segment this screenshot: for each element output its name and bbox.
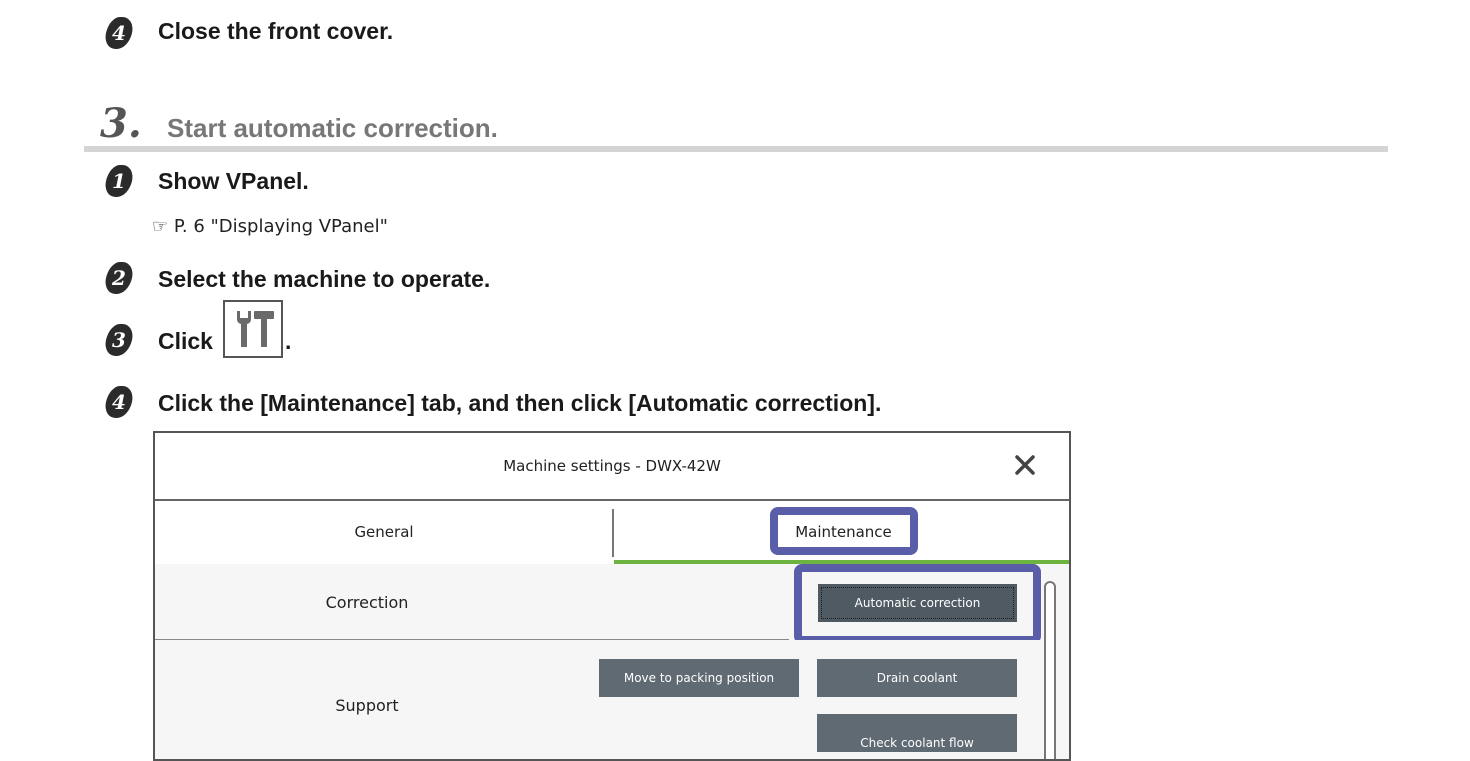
step-number-2: 2 bbox=[106, 262, 132, 294]
correction-label: Correction bbox=[325, 592, 409, 612]
step-number-3: 3 bbox=[106, 324, 132, 356]
move-to-packing-position-button[interactable]: Move to packing position bbox=[599, 659, 799, 697]
automatic-correction-button[interactable]: Automatic correction bbox=[818, 584, 1017, 622]
section-title: Start automatic correction. bbox=[167, 113, 498, 143]
support-label: Support bbox=[335, 695, 399, 715]
scrollbar[interactable] bbox=[1044, 581, 1056, 759]
step-text-select-machine: Select the machine to operate. bbox=[158, 266, 491, 292]
settings-tools-icon[interactable] bbox=[223, 300, 283, 358]
step-text-show-vpanel: Show VPanel. bbox=[158, 168, 309, 194]
tab-general-label: General bbox=[354, 523, 414, 541]
step-number-4-top: 4 bbox=[106, 17, 132, 49]
step-number-1: 1 bbox=[106, 165, 132, 197]
step-text-click-maintenance: Click the [Maintenance] tab, and then cl… bbox=[158, 390, 882, 416]
tab-maintenance[interactable]: Maintenance bbox=[614, 501, 1069, 563]
close-icon[interactable] bbox=[1011, 451, 1039, 479]
page-reference-link[interactable]: ☞ P. 6 "Displaying VPanel" bbox=[152, 216, 388, 237]
step-number-4: 4 bbox=[106, 386, 132, 418]
dialog-title: Machine settings - DWX-42W bbox=[155, 433, 1069, 501]
correction-row: Correction Automatic correction bbox=[155, 564, 1069, 640]
step-text-close-cover: Close the front cover. bbox=[158, 18, 394, 44]
support-row: Support Move to packing position Drain c… bbox=[155, 640, 1069, 759]
section-divider bbox=[84, 146, 1388, 152]
section-number: 3. bbox=[100, 100, 142, 147]
step-text-period: . bbox=[285, 328, 292, 354]
check-coolant-flow-button[interactable]: Check coolant flow bbox=[817, 714, 1017, 752]
tab-maintenance-label: Maintenance bbox=[781, 517, 906, 547]
drain-coolant-button[interactable]: Drain coolant bbox=[817, 659, 1017, 697]
step-text-click: Click bbox=[158, 328, 213, 354]
tab-general[interactable]: General bbox=[155, 501, 613, 563]
machine-settings-dialog: Machine settings - DWX-42W General Maint… bbox=[153, 431, 1071, 761]
